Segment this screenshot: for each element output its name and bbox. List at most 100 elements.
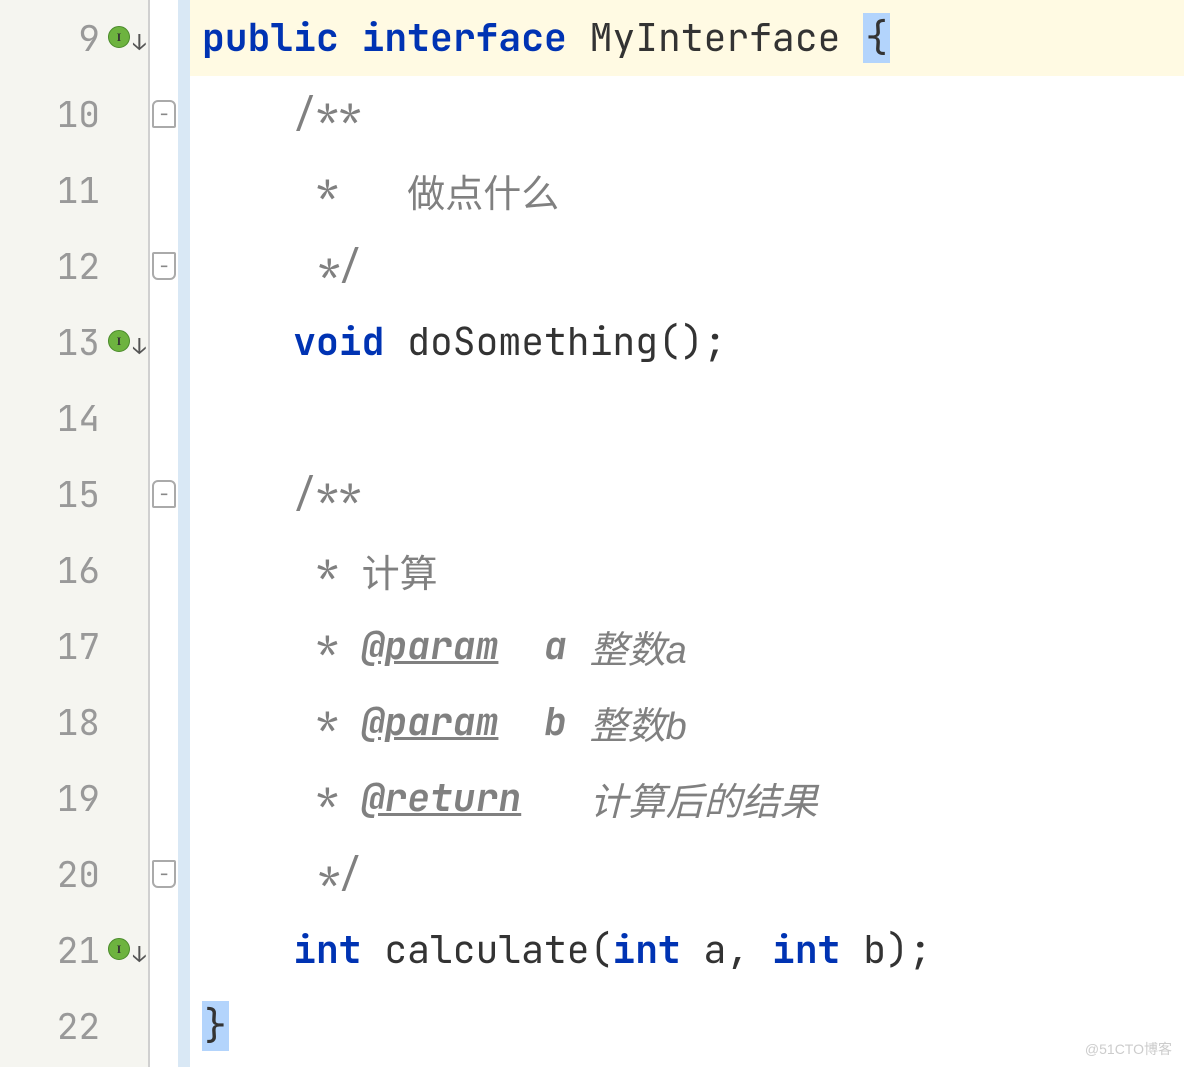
code-token	[567, 697, 590, 747]
line-number: 21	[57, 926, 100, 974]
code-token: b);	[840, 925, 931, 975]
line-number: 20	[57, 850, 100, 898]
gutter-line[interactable]: 17	[0, 608, 148, 684]
gutter-line[interactable]: 18	[0, 684, 148, 760]
code-token: }	[202, 1001, 229, 1051]
gutter-line[interactable]: 9↓	[0, 0, 148, 76]
fold-line	[150, 76, 178, 152]
code-token: {	[863, 13, 890, 63]
fold-line	[150, 304, 178, 380]
code-token: 整数a	[590, 619, 687, 674]
code-line[interactable]: * 做点什么	[190, 152, 1184, 228]
fold-toggle-icon[interactable]	[152, 860, 176, 888]
line-number: 9	[78, 14, 100, 62]
code-token: */	[202, 849, 362, 899]
code-area[interactable]: public interface MyInterface { /** * 做点什…	[190, 0, 1184, 1067]
fold-toggle-icon[interactable]	[152, 480, 176, 508]
gutter-line[interactable]: 15	[0, 456, 148, 532]
gutter-line[interactable]: 13↓	[0, 304, 148, 380]
code-token: MyInterface	[590, 13, 864, 63]
gutter-line[interactable]: 14	[0, 380, 148, 456]
fold-toggle-icon[interactable]	[152, 252, 176, 280]
code-line[interactable]	[190, 380, 1184, 456]
code-token: *	[202, 697, 362, 747]
line-number: 11	[57, 166, 100, 214]
gutter-marker-slot: ↓	[112, 328, 140, 356]
gutter-marker-slot	[112, 708, 140, 736]
gutter-marker-slot	[112, 404, 140, 432]
fold-line	[150, 912, 178, 988]
code-token: /**	[202, 469, 362, 519]
gutter-line[interactable]: 21 ↓	[0, 912, 148, 988]
code-token: 计算	[362, 543, 438, 598]
code-line[interactable]: /**	[190, 456, 1184, 532]
fold-line	[150, 684, 178, 760]
implemented-method-icon[interactable]: ↓	[114, 938, 138, 962]
code-line[interactable]: */	[190, 836, 1184, 912]
code-token: int	[612, 925, 680, 975]
code-token: 整数b	[590, 695, 687, 750]
implemented-method-icon[interactable]: ↓	[114, 26, 138, 50]
watermark: @51CTO博客	[1085, 1039, 1172, 1059]
code-line[interactable]: void doSomething();	[190, 304, 1184, 380]
code-token: 计算后的结果	[590, 771, 818, 826]
gutter-marker-slot	[112, 860, 140, 888]
gutter-line[interactable]: 20	[0, 836, 148, 912]
line-number: 17	[57, 622, 100, 670]
code-line[interactable]: * @return 计算后的结果	[190, 760, 1184, 836]
code-token	[567, 621, 590, 671]
code-line[interactable]: */	[190, 228, 1184, 304]
gutter-line[interactable]: 11	[0, 152, 148, 228]
gutter-marker-slot	[112, 1012, 140, 1040]
code-line[interactable]: public interface MyInterface {	[190, 0, 1184, 76]
gutter-marker-slot	[112, 556, 140, 584]
fold-toggle-icon[interactable]	[152, 100, 176, 128]
gutter-line[interactable]: 22	[0, 988, 148, 1064]
gutter-marker-slot	[112, 784, 140, 812]
code-token	[567, 13, 590, 63]
gutter-marker-slot	[112, 480, 140, 508]
code-line[interactable]: int calculate(int a, int b);	[190, 912, 1184, 988]
fold-line	[150, 760, 178, 836]
code-line[interactable]: * 计算	[190, 532, 1184, 608]
gutter-marker-slot	[112, 632, 140, 660]
fold-line	[150, 836, 178, 912]
code-token: *	[202, 621, 362, 671]
gutter-line[interactable]: 10	[0, 76, 148, 152]
code-token	[498, 697, 544, 747]
code-token: int	[293, 925, 361, 975]
line-number: 10	[57, 90, 100, 138]
fold-line	[150, 988, 178, 1064]
code-token: @param	[362, 697, 499, 747]
gutter-marker-slot: ↓	[112, 24, 140, 52]
code-token: @return	[362, 773, 522, 823]
gutter-line[interactable]: 12	[0, 228, 148, 304]
gutter-marker-slot	[112, 176, 140, 204]
code-token: *	[202, 165, 407, 215]
code-token	[202, 317, 293, 367]
code-line[interactable]: /**	[190, 76, 1184, 152]
fold-line	[150, 228, 178, 304]
gutter-marker-slot: ↓	[112, 936, 140, 964]
gutter-marker-slot	[112, 100, 140, 128]
code-token: calculate(	[362, 925, 613, 975]
line-number: 14	[57, 394, 100, 442]
fold-line	[150, 380, 178, 456]
code-token: a	[544, 621, 567, 671]
code-line[interactable]: * @param a 整数a	[190, 608, 1184, 684]
gutter-line[interactable]: 16	[0, 532, 148, 608]
code-line[interactable]: * @param b 整数b	[190, 684, 1184, 760]
fold-line	[150, 152, 178, 228]
line-number: 16	[57, 546, 100, 594]
gutter: 9↓10111213↓1415161718192021↓22	[0, 0, 150, 1067]
code-token: */	[202, 241, 362, 291]
code-line[interactable]: }	[190, 988, 1184, 1064]
code-token: *	[202, 545, 362, 595]
code-token: 做点什么	[407, 163, 559, 218]
code-editor[interactable]: 9↓10111213↓1415161718192021↓22 public in…	[0, 0, 1184, 1067]
line-number: 18	[57, 698, 100, 746]
implemented-method-icon[interactable]: ↓	[114, 330, 138, 354]
gutter-line[interactable]: 19	[0, 760, 148, 836]
code-token: b	[544, 697, 567, 747]
code-token	[202, 925, 293, 975]
